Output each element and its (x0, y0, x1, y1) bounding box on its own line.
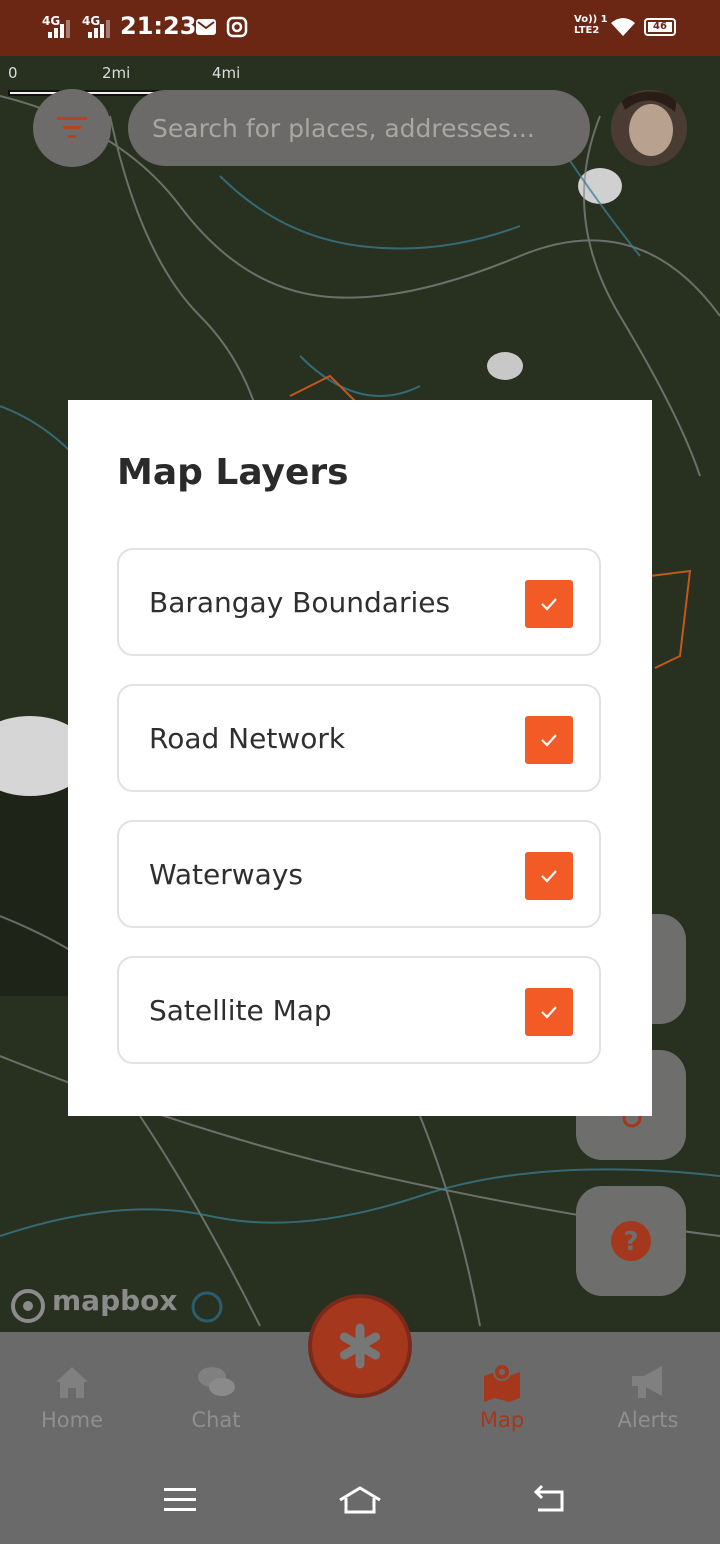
satellite-map-checkbox[interactable] (525, 988, 573, 1036)
nav-label-home: Home (40, 1408, 103, 1432)
search-input[interactable]: Search for places, addresses... (152, 114, 535, 143)
layer-label: Road Network (149, 722, 346, 755)
check-icon (541, 1006, 557, 1019)
info-icon[interactable] (190, 1290, 224, 1324)
nav-item-home[interactable]: Home (0, 1332, 144, 1456)
battery-icon: 46 (644, 18, 676, 36)
help-icon: ? (611, 1221, 651, 1261)
asterisk-icon (339, 1323, 381, 1369)
layer-satellite-map[interactable]: Satellite Map (117, 956, 601, 1064)
check-icon (541, 598, 557, 611)
profile-photo (611, 90, 687, 166)
layer-label: Barangay Boundaries (149, 586, 451, 619)
avatar[interactable] (611, 90, 687, 166)
barangay-boundaries-checkbox[interactable] (525, 580, 573, 628)
home-icon (56, 1367, 88, 1398)
map-layers-dialog: Map Layers Barangay Boundaries Road Netw… (68, 400, 652, 1116)
map-scale: 0 2mi 4mi (8, 64, 240, 96)
instagram-icon (226, 16, 248, 38)
map-icon (484, 1363, 520, 1402)
layer-label: Waterways (149, 858, 303, 891)
help-button[interactable]: ? (576, 1186, 686, 1296)
signal-icon (88, 20, 110, 38)
svg-text:?: ? (623, 1227, 638, 1257)
carrier-label: Vo)) 1 LTE2 (574, 14, 608, 36)
filter-icon (57, 117, 87, 138)
road-network-checkbox[interactable] (525, 716, 573, 764)
layer-label: Satellite Map (149, 994, 332, 1027)
layer-barangay-boundaries[interactable]: Barangay Boundaries (117, 548, 601, 656)
emergency-button[interactable] (308, 1294, 412, 1398)
nav-item-map[interactable]: Map (430, 1332, 574, 1456)
nav-item-chat[interactable]: Chat (144, 1332, 288, 1456)
megaphone-icon (632, 1366, 662, 1398)
layer-waterways[interactable]: Waterways (117, 820, 601, 928)
check-icon (541, 870, 557, 883)
filter-button[interactable] (33, 89, 111, 167)
back-icon[interactable] (528, 1482, 568, 1518)
chat-icon (198, 1367, 235, 1396)
status-bar: 4G 4G 21:23 Vo)) 1 LTE2 46 (0, 0, 720, 56)
scale-label-2mi: 2mi (102, 64, 131, 82)
menu-icon[interactable] (160, 1482, 200, 1518)
home-nav-icon[interactable] (336, 1482, 384, 1518)
mapbox-logo-icon (11, 1289, 45, 1323)
system-navigation-bar (0, 1456, 720, 1544)
scale-label-4mi: 4mi (212, 64, 241, 82)
search-bar[interactable]: Search for places, addresses... (128, 90, 590, 166)
nav-label-map: Map (479, 1408, 525, 1432)
signal-icon (48, 20, 70, 38)
scale-label-0: 0 (8, 64, 18, 82)
wifi-icon (611, 18, 635, 36)
check-icon (541, 734, 557, 747)
layer-road-network[interactable]: Road Network (117, 684, 601, 792)
nav-label-chat: Chat (191, 1408, 241, 1432)
nav-item-alerts[interactable]: Alerts (576, 1332, 720, 1456)
mail-icon (196, 19, 216, 35)
waterways-checkbox[interactable] (525, 852, 573, 900)
clock: 21:23 (120, 12, 197, 40)
dialog-title: Map Layers (117, 452, 349, 493)
nav-label-alerts: Alerts (617, 1408, 679, 1432)
